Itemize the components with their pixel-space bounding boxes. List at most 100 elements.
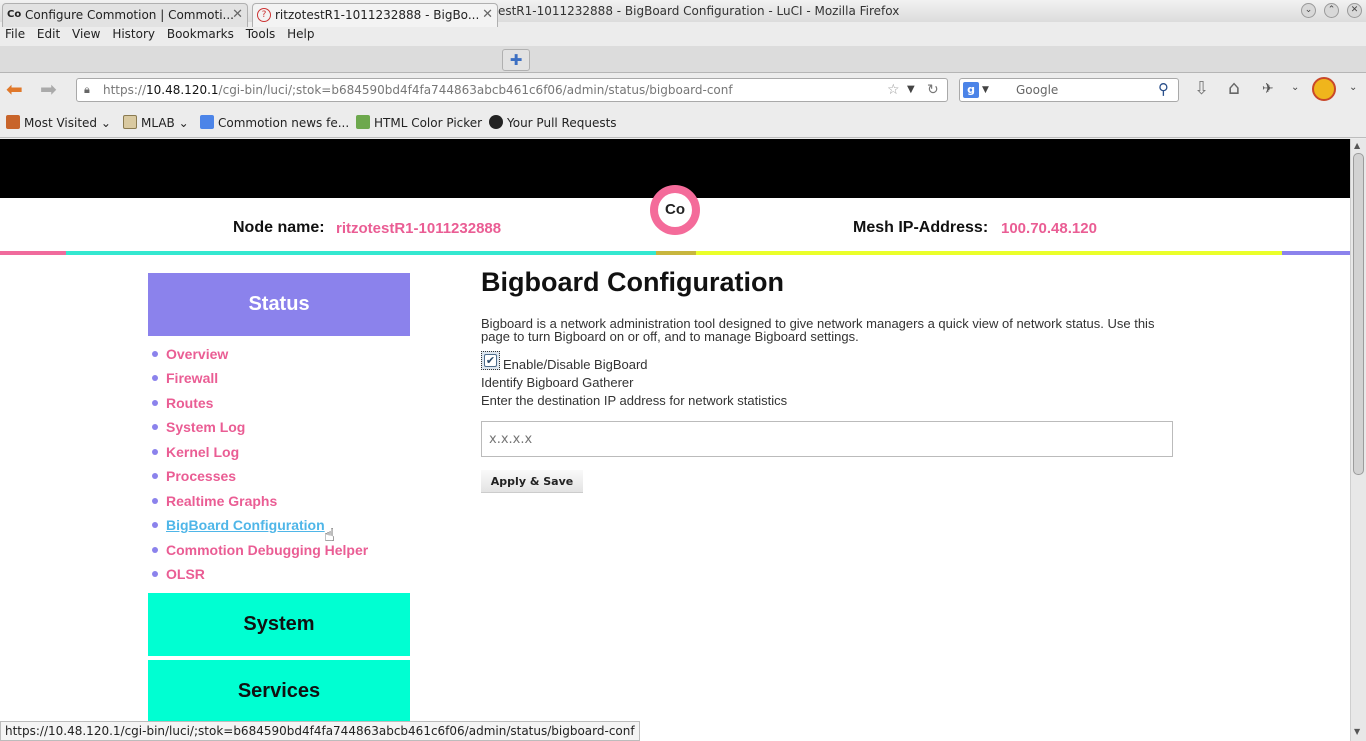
page-title: Bigboard Configuration [481,267,784,297]
bookmark-label: Your Pull Requests [507,116,617,130]
status-section-header[interactable]: Status [148,273,410,336]
checkbox-label[interactable]: Enable/Disable BigBoard [503,358,648,371]
bullet [152,547,158,553]
addon-dropdown-icon[interactable]: ⌄ [1291,82,1299,93]
folder-icon [123,115,137,129]
tab-configure-commotion[interactable]: Co Configure Commotion | Commoti... ✕ [2,3,248,27]
stripe-aqua [66,251,656,255]
home-icon[interactable]: ⌂ [1228,78,1240,98]
menu-dropdown-icon[interactable]: ⌄ [1349,82,1357,93]
commotion-favicon-icon: Co [7,9,22,20]
url-bar[interactable]: 🔒︎ https://10.48.120.1/cgi-bin/luci/;sto… [76,78,948,102]
bookmark-your-pull-requests[interactable]: Your Pull Requests [489,106,617,140]
nav-link-olsr[interactable]: OLSR [166,566,205,582]
bookmark-mlab[interactable]: MLAB ⌄ [123,106,189,140]
scrollbar-thumb[interactable] [1353,153,1364,475]
bookmark-label: HTML Color Picker [374,116,483,130]
nav-link-system-log[interactable]: System Log [166,419,245,435]
url-host: 10.48.120.1 [146,83,219,97]
mouse-pointer-icon: ☝ [324,525,335,546]
tab-bigboard-configuration[interactable]: ? ritzotestR1-1011232888 - BigBo... ✕ [252,3,498,27]
search-bar[interactable]: g ▼ Google ⚲ [959,78,1179,102]
bookmarks-bar: Most Visited ⌄ MLAB ⌄ Commotion news fe.… [0,106,1366,138]
tab-label: ritzotestR1-1011232888 - BigBo... [275,8,480,22]
bullet [152,571,158,577]
forward-arrow-icon[interactable]: ➡ [40,79,57,99]
bookmark-html-color-picker[interactable]: HTML Color Picker [356,106,482,140]
search-icon[interactable]: ⚲ [1158,78,1169,100]
stripe-olive [656,251,696,255]
mesh-ip-value: 100.70.48.120 [1001,220,1097,237]
enable-bigboard-checkbox[interactable]: ✔ [481,351,500,370]
bullet [152,522,158,528]
system-section-header[interactable]: System [148,593,410,656]
w3schools-icon [356,115,370,129]
bullet [152,498,158,504]
url-path: /cgi-bin/luci/;stok=b684590bd4f4fa744863… [218,83,733,97]
close-window-button[interactable]: ✕ [1347,3,1362,18]
bookmark-label: Most Visited [24,116,98,130]
history-dropdown-icon[interactable]: ▼ [907,79,915,101]
most-visited-icon [6,115,20,129]
search-placeholder: Google [1016,83,1059,97]
nav-link-routes[interactable]: Routes [166,395,213,411]
gatherer-description: Enter the destination IP address for net… [481,393,788,408]
new-tab-button[interactable]: ✚ [502,49,530,71]
chevron-down-icon: ⌄ [178,116,189,130]
google-icon [200,115,214,129]
services-section-header[interactable]: Services [148,660,410,721]
bookmark-star-icon[interactable]: ☆ [887,79,900,101]
close-tab-icon[interactable]: ✕ [482,4,493,26]
gatherer-heading: Identify Bigboard Gatherer [481,375,634,390]
github-icon [489,115,503,129]
scroll-up-icon[interactable]: ▲ [1354,141,1360,150]
addon-bug-icon[interactable]: ✈ [1262,79,1274,99]
persona-avatar-icon[interactable] [1312,77,1336,101]
status-url: https://10.48.120.1/cgi-bin/luci/;stok=b… [5,724,635,738]
back-arrow-icon[interactable]: ⬅ [6,79,23,99]
lock-icon: 🔒︎ [84,83,90,96]
downloads-icon[interactable]: ⇩ [1194,79,1209,99]
bookmark-label: MLAB [141,116,175,130]
nav-link-firewall[interactable]: Firewall [166,370,218,386]
bullet [152,473,158,479]
close-tab-icon[interactable]: ✕ [232,4,243,26]
bullet [152,449,158,455]
nav-link-processes[interactable]: Processes [166,468,236,484]
url-prefix: https:// [103,83,147,97]
tab-bar [0,46,1366,73]
vertical-scrollbar[interactable]: ▲ ▼ [1350,139,1366,741]
bookmark-most-visited[interactable]: Most Visited ⌄ [6,106,111,140]
google-engine-icon[interactable]: g [963,82,979,98]
bullet [152,400,158,406]
bookmark-label: Commotion news fe... [218,116,350,130]
nav-link-kernel-log[interactable]: Kernel Log [166,444,239,460]
tab-label: Configure Commotion | Commoti... [25,8,234,22]
nav-link-realtime-graphs[interactable]: Realtime Graphs [166,493,277,509]
node-name-value: ritzotestR1-1011232888 [336,220,502,237]
apply-save-button[interactable]: Apply & Save [481,470,583,493]
nav-link-bigboard-configuration[interactable]: BigBoard Configuration [166,517,325,533]
bullet [152,375,158,381]
node-name-label: Node name: [233,219,325,236]
mesh-ip-label: Mesh IP-Address: [853,219,989,236]
bullet [152,424,158,430]
navigation-bar: ⬅ ➡ 🔒︎ https://10.48.120.1/cgi-bin/luci/… [0,74,1366,106]
maximize-button[interactable]: ⌃ [1324,3,1339,18]
nav-link-commotion-debugging-helper[interactable]: Commotion Debugging Helper [166,542,368,558]
bookmark-commotion-news[interactable]: Commotion news fe... [200,106,349,140]
checkmark-icon: ✔ [484,354,497,367]
bullet [152,351,158,357]
status-bar: https://10.48.120.1/cgi-bin/luci/;stok=b… [0,721,640,741]
scroll-down-icon[interactable]: ▼ [1354,727,1360,736]
nav-link-overview[interactable]: Overview [166,346,228,362]
page-content: Co Node name: ritzotestR1-1011232888 Mes… [0,139,1350,721]
chevron-down-icon: ⌄ [100,116,111,130]
engine-dropdown-icon[interactable]: ▼ [982,79,989,101]
minimize-button[interactable]: ⌄ [1301,3,1316,18]
logo-text: Co [658,193,692,227]
commotion-logo[interactable]: Co [650,185,700,235]
unknown-favicon-icon: ? [257,8,271,22]
reload-icon[interactable]: ↻ [927,79,939,101]
gatherer-ip-input[interactable] [481,421,1173,457]
